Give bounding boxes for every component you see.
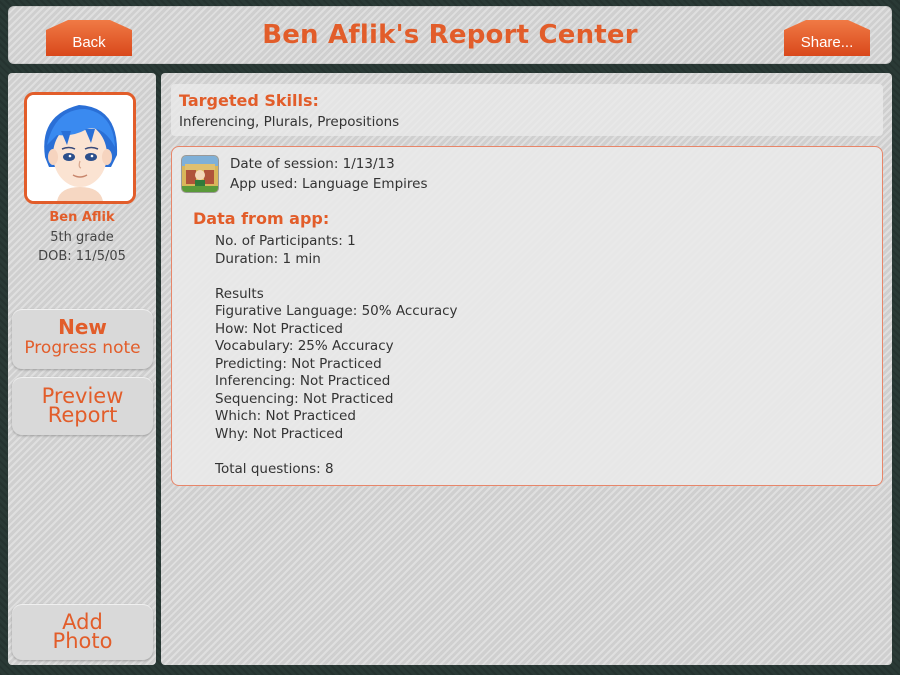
result-line: Which: Not Practiced <box>215 408 356 424</box>
cartoon-boy-avatar-icon <box>27 95 133 201</box>
participants-line: No. of Participants: 1 <box>215 233 356 249</box>
share-button-label: Share... <box>800 34 854 51</box>
add-photo-button[interactable]: Add Photo <box>12 604 153 660</box>
result-line: Sequencing: Not Practiced <box>215 390 394 407</box>
duration-line: Duration: 1 min <box>215 250 321 267</box>
result-line: Figurative Language: 50% Accuracy <box>215 303 458 319</box>
result-line: Why: Not Practiced <box>215 425 344 442</box>
result-line: Vocabulary: 25% Accuracy <box>215 338 394 354</box>
targeted-skills-list: Inferencing, Plurals, Prepositions <box>179 114 400 130</box>
student-dob: DOB: 11/5/05 <box>38 249 126 264</box>
photo-label: Photo <box>52 629 113 653</box>
avatar[interactable] <box>24 92 136 204</box>
top-bar: Back Ben Aflik's Report Center Share... <box>8 6 892 64</box>
result-line: Inferencing: Not Practiced <box>215 373 391 389</box>
result-line: How: Not Practiced <box>215 320 343 337</box>
result-line: Predicting: Not Practiced <box>215 355 382 372</box>
session-data-lines: No. of Participants: 1 Duration: 1 min R… <box>215 233 458 478</box>
app-icon-art <box>182 156 218 192</box>
report-label: Report <box>47 403 118 427</box>
results-heading: Results <box>215 285 264 302</box>
app-used: App used: Language Empires <box>230 176 428 192</box>
language-empires-app-icon <box>181 155 219 193</box>
share-button[interactable]: Share... <box>784 20 870 56</box>
student-grade: 5th grade <box>50 230 114 245</box>
data-from-app-heading: Data from app: <box>193 209 330 228</box>
progress-note-label: Progress note <box>24 338 141 358</box>
new-label: New <box>58 315 107 339</box>
total-questions-line: Total questions: 8 <box>215 460 334 477</box>
page-title: Ben Aflik's Report Center <box>262 20 638 50</box>
sidebar: Ben Aflik 5th grade DOB: 11/5/05 New Pro… <box>8 73 156 665</box>
preview-report-button[interactable]: Preview Report <box>12 377 153 435</box>
new-progress-note-button[interactable]: New Progress note <box>12 309 153 369</box>
targeted-skills-box: Targeted Skills: Inferencing, Plurals, P… <box>171 84 883 136</box>
main-panel: Targeted Skills: Inferencing, Plurals, P… <box>161 73 892 665</box>
targeted-skills-heading: Targeted Skills: <box>179 91 319 110</box>
session-date: Date of session: 1/13/13 <box>230 156 395 172</box>
session-card[interactable]: Date of session: 1/13/13 App used: Langu… <box>171 146 883 486</box>
student-name: Ben Aflik <box>49 210 115 225</box>
